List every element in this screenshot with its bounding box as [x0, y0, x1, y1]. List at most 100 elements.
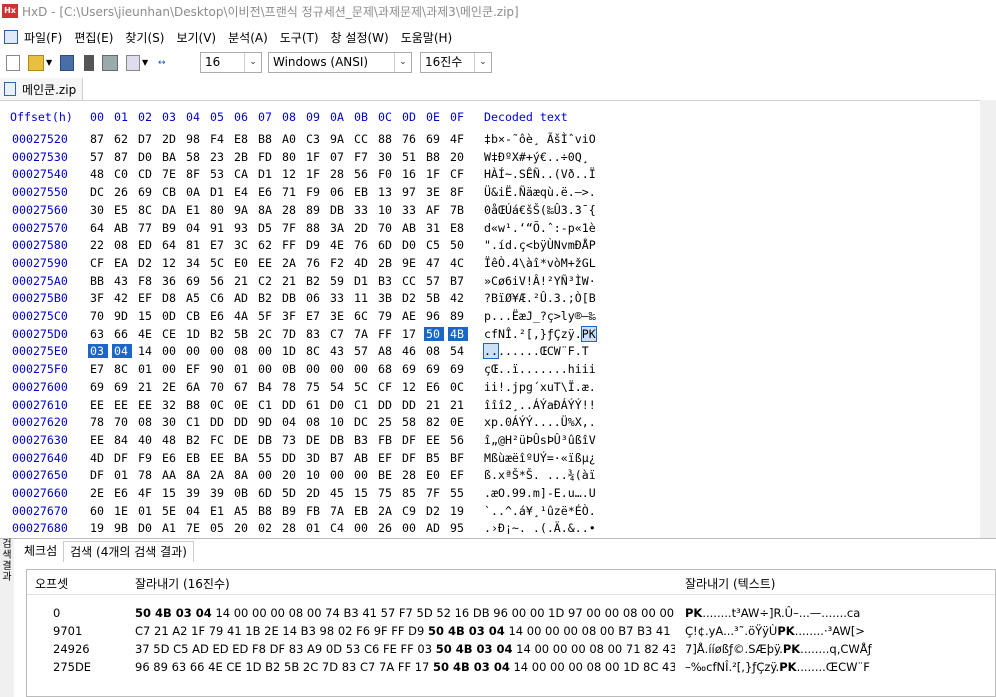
hex-byte[interactable]: 58 [184, 150, 204, 164]
hex-byte[interactable]: 33 [400, 203, 420, 217]
decoded-text[interactable]: îîî2¸..ÁÝaÐÁÝÝ!! [484, 398, 596, 412]
hex-byte[interactable]: C6 [208, 291, 228, 305]
hex-byte[interactable]: E7 [88, 362, 108, 376]
hex-byte[interactable]: 2D [304, 486, 324, 500]
hex-byte[interactable]: DB [328, 433, 348, 447]
hex-byte[interactable]: ED [136, 238, 156, 252]
hex-byte[interactable]: EE [256, 256, 276, 270]
hex-byte[interactable]: E6 [208, 309, 228, 323]
hex-byte[interactable]: DB [256, 433, 276, 447]
hex-byte[interactable]: 68 [376, 362, 396, 376]
hex-byte[interactable]: 21 [232, 274, 252, 288]
hex-byte[interactable]: 69 [424, 132, 444, 146]
hex-byte[interactable]: 59 [328, 274, 348, 288]
hex-byte[interactable]: 7A [352, 327, 372, 341]
hex-byte[interactable]: 2A [280, 256, 300, 270]
hex-byte[interactable]: D1 [352, 274, 372, 288]
hex-byte[interactable]: 69 [88, 380, 108, 394]
hex-byte[interactable]: 07 [328, 150, 348, 164]
hex-byte[interactable]: 69 [136, 185, 156, 199]
hex-byte[interactable]: 08 [424, 344, 444, 358]
menu-analysis[interactable]: 분석(A) [228, 29, 268, 46]
hex-byte[interactable]: 78 [280, 380, 300, 394]
hex-byte[interactable]: 1D [184, 327, 204, 341]
hex-byte[interactable]: 39 [208, 486, 228, 500]
hex-byte[interactable]: DD [280, 398, 300, 412]
hex-byte[interactable]: 8C [112, 362, 132, 376]
hex-byte[interactable]: AF [424, 203, 444, 217]
hex-byte[interactable]: B3 [376, 274, 396, 288]
hex-byte[interactable]: B8 [256, 504, 276, 518]
hex-byte[interactable]: 3B [376, 291, 396, 305]
hex-byte[interactable]: 53 [208, 167, 228, 181]
hex-byte[interactable]: 7A [328, 504, 348, 518]
hex-byte[interactable]: 1E [112, 504, 132, 518]
hex-byte[interactable]: 96 [424, 309, 444, 323]
decoded-text[interactable]: ‡b×-˜ôè¸ ÃšÌˆviO [484, 132, 596, 146]
hex-byte[interactable]: EE [88, 398, 108, 412]
hex-byte[interactable]: 2B [232, 150, 252, 164]
hex-byte[interactable]: B5 [424, 451, 444, 465]
hex-byte[interactable]: A0 [280, 132, 300, 146]
selected-byte[interactable]: 4B [448, 326, 468, 341]
open-folder-icon[interactable] [28, 55, 44, 71]
hex-byte[interactable]: F2 [328, 256, 348, 270]
hex-byte[interactable]: 71 [280, 185, 300, 199]
hex-byte[interactable]: 56 [352, 167, 372, 181]
hex-byte[interactable]: 2E [88, 486, 108, 500]
hex-byte[interactable]: 0B [280, 362, 300, 376]
hex-byte[interactable]: 56 [208, 274, 228, 288]
hex-byte[interactable]: 2E [160, 380, 180, 394]
hex-byte[interactable]: 76 [352, 238, 372, 252]
hex-byte[interactable]: 33 [328, 291, 348, 305]
hex-byte[interactable]: 6A [184, 380, 204, 394]
hex-byte[interactable]: 21 [448, 398, 468, 412]
hex-byte[interactable]: B8 [184, 398, 204, 412]
hex-byte[interactable]: 8A [232, 468, 252, 482]
bytes-per-row-select[interactable]: 16 ⌄ [200, 52, 262, 73]
hex-byte[interactable]: BF [448, 451, 468, 465]
hex-byte[interactable]: 28 [280, 203, 300, 217]
tab-search-results[interactable]: 검색 (4개의 검색 결과) [63, 541, 194, 562]
hex-byte[interactable]: E8 [232, 132, 252, 146]
hex-byte[interactable]: 08 [136, 415, 156, 429]
hex-byte[interactable]: 80 [208, 203, 228, 217]
hex-byte[interactable]: FD [256, 150, 276, 164]
hex-byte[interactable]: 39 [184, 486, 204, 500]
hex-byte[interactable]: 61 [304, 398, 324, 412]
hex-byte[interactable]: 0E [448, 415, 468, 429]
hex-byte[interactable]: F0 [376, 167, 396, 181]
hex-byte[interactable]: 75 [304, 380, 324, 394]
hex-byte[interactable]: 1F [424, 167, 444, 181]
hex-byte[interactable]: 63 [88, 327, 108, 341]
hex-byte[interactable]: EF [136, 291, 156, 305]
hex-byte[interactable]: B7 [328, 451, 348, 465]
hex-byte[interactable]: 4E [328, 238, 348, 252]
hex-byte[interactable]: 34 [184, 256, 204, 270]
hex-byte[interactable]: 31 [424, 221, 444, 235]
hex-byte[interactable]: 5C [208, 256, 228, 270]
hex-byte[interactable]: 9D [112, 309, 132, 323]
hex-byte[interactable]: 3D [304, 451, 324, 465]
hex-byte[interactable]: 76 [400, 132, 420, 146]
hex-byte[interactable]: 14 [136, 344, 156, 358]
hex-byte[interactable]: D1 [256, 167, 276, 181]
hex-byte[interactable]: F4 [208, 132, 228, 146]
hex-byte[interactable]: F9 [136, 451, 156, 465]
hex-byte[interactable]: 50 [448, 238, 468, 252]
hex-byte[interactable]: 02 [256, 521, 276, 535]
hex-byte[interactable]: DF [400, 433, 420, 447]
hex-byte[interactable]: 42 [448, 291, 468, 305]
hex-byte[interactable]: 10 [376, 203, 396, 217]
menu-window[interactable]: 창 설정(W) [331, 29, 389, 46]
decoded-text[interactable]: Ü&iË.Ñäæqù.ë.—>. [484, 185, 596, 199]
hex-byte[interactable]: 57 [424, 274, 444, 288]
hex-byte[interactable]: EA [112, 256, 132, 270]
hex-byte[interactable]: D0 [136, 521, 156, 535]
hex-byte[interactable]: 97 [400, 185, 420, 199]
hex-byte[interactable]: 19 [448, 504, 468, 518]
hex-byte[interactable]: 01 [304, 521, 324, 535]
col-hex-excerpt[interactable]: 잘라내기 (16진수) [135, 575, 230, 592]
decoded-text[interactable]: ........ŒCW¨F.T [483, 343, 589, 360]
hex-byte[interactable]: EF [448, 468, 468, 482]
